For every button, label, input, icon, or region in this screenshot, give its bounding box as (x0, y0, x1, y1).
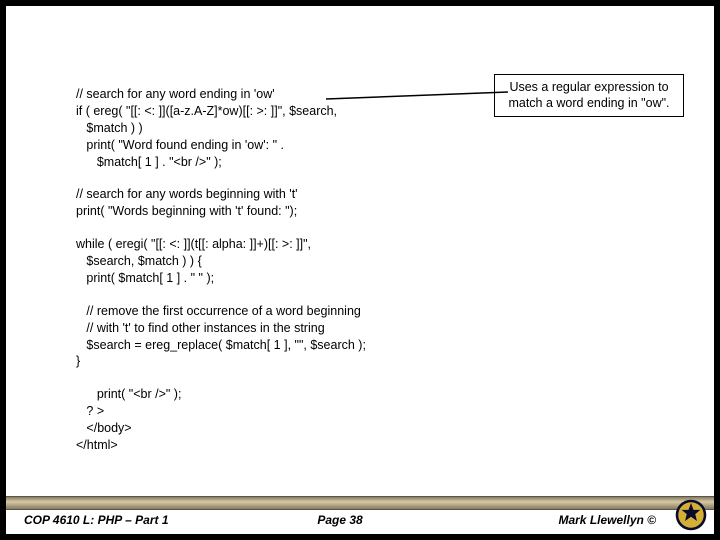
code-line: // remove the first occurrence of a word… (76, 303, 674, 320)
code-line: $match[ 1 ] . "<br />" ); (76, 154, 674, 171)
code-line: print( "<br />" ); (76, 386, 674, 403)
code-line: $match ) ) (76, 120, 674, 137)
code-line: } (76, 353, 674, 370)
footer-bar (6, 496, 714, 510)
code-line: print( $match[ 1 ] . " " ); (76, 270, 674, 287)
footer-author: Mark Llewellyn © (445, 513, 696, 527)
code-line: while ( eregi( "[[: <: ]](t[[: alpha: ]]… (76, 236, 674, 253)
code-block: // search for any word ending in 'ow' if… (76, 86, 674, 454)
slide: Uses a regular expression to match a wor… (6, 6, 714, 534)
code-line: print( "Words beginning with 't' found: … (76, 203, 674, 220)
code-line: </html> (76, 437, 674, 454)
footer: COP 4610 L: PHP – Part 1 Page 38 Mark Ll… (6, 496, 714, 534)
code-line: $search = ereg_replace( $match[ 1 ], "",… (76, 337, 674, 354)
code-line: </body> (76, 420, 674, 437)
code-line: if ( ereg( "[[: <: ]]([a-z.A-Z]*ow)[[: >… (76, 103, 674, 120)
footer-page: Page 38 (235, 513, 446, 527)
code-line: // search for any words beginning with '… (76, 186, 674, 203)
footer-course: COP 4610 L: PHP – Part 1 (24, 513, 235, 527)
code-line: ? > (76, 403, 674, 420)
code-line: print( "Word found ending in 'ow': " . (76, 137, 674, 154)
code-line: $search, $match ) ) { (76, 253, 674, 270)
code-line: // with 't' to find other instances in t… (76, 320, 674, 337)
ucf-logo-icon (674, 498, 708, 532)
code-line: // search for any word ending in 'ow' (76, 86, 674, 103)
